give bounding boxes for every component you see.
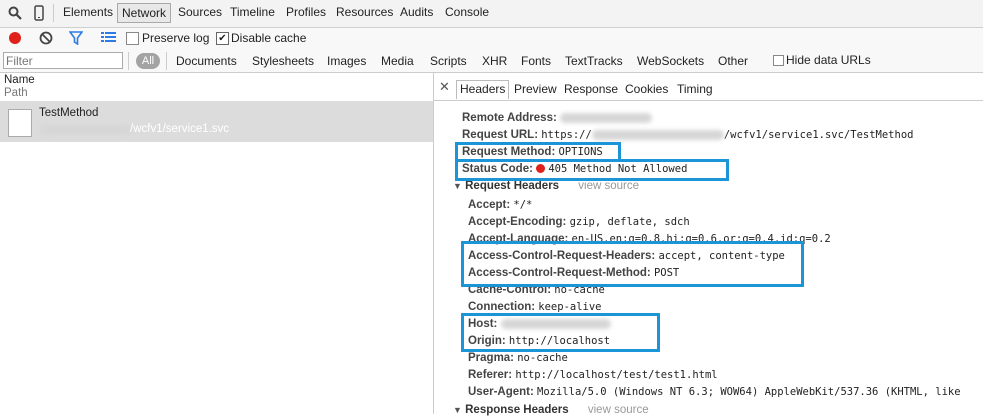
device-mode-icon[interactable] — [34, 5, 44, 24]
devtools-toolbar: Elements Network Sources Timeline Profil… — [0, 0, 983, 28]
column-name[interactable]: Name — [4, 74, 35, 86]
toolbar-divider — [53, 4, 54, 22]
request-url-prefix: https:// — [541, 129, 592, 141]
filter-texttracks[interactable]: TextTracks — [565, 54, 623, 68]
network-controls-bar: Preserve log ✔ Disable cache — [0, 28, 983, 50]
header-pragma: Pragma: no-cache — [468, 352, 568, 364]
search-icon[interactable] — [8, 6, 22, 23]
filter-bar: All Documents Stylesheets Images Media S… — [0, 50, 983, 73]
view-source-link[interactable]: view source — [578, 180, 639, 192]
filter-media[interactable]: Media — [381, 54, 414, 68]
request-path: /wcfv1/service1.svc — [130, 123, 230, 135]
header-value: gzip, deflate, sdch — [569, 216, 690, 228]
header-label: Accept-Encoding: — [468, 216, 567, 228]
view-list-icon[interactable] — [101, 31, 116, 46]
header-connection: Connection: keep-alive — [468, 301, 602, 313]
table-row[interactable]: TestMethod /wcfv1/service1.svc — [0, 102, 433, 142]
header-user-agent: User-Agent: Mozilla/5.0 (Windows NT 6.3;… — [468, 386, 983, 398]
triangle-down-icon: ▼ — [453, 181, 462, 191]
disable-cache-checkbox[interactable]: ✔ — [216, 32, 229, 45]
tab-timing[interactable]: Timing — [677, 82, 713, 96]
filter-stylesheets[interactable]: Stylesheets — [252, 54, 314, 68]
tab-resources[interactable]: Resources — [336, 5, 393, 19]
preserve-log-checkbox[interactable] — [126, 32, 139, 45]
disable-cache-label: Disable cache — [231, 31, 307, 45]
header-value: no-cache — [517, 352, 568, 364]
header-value: */* — [513, 199, 533, 211]
request-name: TestMethod — [39, 107, 99, 119]
filter-scripts[interactable]: Scripts — [430, 54, 467, 68]
tab-timeline[interactable]: Timeline — [230, 5, 275, 19]
header-referer: Referer: http://localhost/test/test1.htm… — [468, 369, 718, 381]
tab-preview[interactable]: Preview — [514, 82, 557, 96]
highlight-access-control — [461, 241, 804, 287]
header-label: Pragma: — [468, 352, 515, 364]
redacted-host — [40, 125, 132, 135]
filter-documents[interactable]: Documents — [176, 54, 237, 68]
filter-icon[interactable] — [68, 31, 84, 48]
header-value: Mozilla/5.0 (Windows NT 6.3; WOW64) Appl… — [537, 386, 961, 398]
document-icon — [8, 109, 32, 137]
request-list-header: Name Path — [0, 73, 433, 102]
request-headers-title: Request Headers — [465, 180, 560, 192]
tab-elements[interactable]: Elements — [63, 5, 113, 19]
highlight-host-origin — [461, 313, 660, 352]
tab-response[interactable]: Response — [564, 82, 618, 96]
request-list: Name Path TestMethod /wcfv1/service1.svc — [0, 73, 434, 414]
hide-data-urls-checkbox[interactable] — [773, 55, 784, 66]
header-value: keep-alive — [538, 301, 602, 313]
column-path[interactable]: Path — [4, 87, 28, 99]
filter-divider — [128, 52, 129, 70]
header-value: http://localhost/test/test1.html — [515, 369, 718, 381]
tab-audits[interactable]: Audits — [400, 5, 433, 19]
request-url-label: Request URL: — [462, 129, 539, 141]
filter-websockets[interactable]: WebSockets — [637, 54, 704, 68]
request-url-row: Request URL: https:// /wcfv1/service1.svc… — [462, 129, 913, 141]
filter-xhr[interactable]: XHR — [482, 54, 507, 68]
filter-divider — [166, 52, 167, 70]
request-headers-section[interactable]: ▼ Request Headers view source — [453, 180, 639, 192]
header-label: Connection: — [468, 301, 536, 313]
clear-icon[interactable] — [39, 31, 53, 48]
remote-address-label: Remote Address: — [462, 112, 557, 124]
filter-other[interactable]: Other — [718, 54, 748, 68]
request-url-suffix: /wcfv1/service1.svc/TestMethod — [723, 129, 914, 141]
tab-headers[interactable]: Headers — [456, 80, 510, 99]
response-headers-title: Response Headers — [465, 404, 569, 416]
tab-sources[interactable]: Sources — [178, 5, 222, 19]
header-label: Referer: — [468, 369, 513, 381]
remote-address-row: Remote Address: — [462, 112, 652, 124]
header-label: Accept: — [468, 199, 511, 211]
tab-profiles[interactable]: Profiles — [286, 5, 326, 19]
hide-data-urls-label: Hide data URLs — [786, 53, 871, 67]
highlight-status-code — [455, 159, 729, 181]
header-accept-encoding: Accept-Encoding: gzip, deflate, sdch — [468, 216, 690, 228]
filter-images[interactable]: Images — [327, 54, 366, 68]
response-headers-section[interactable]: ▼ Response Headers view source — [453, 404, 649, 416]
detail-tabs: Headers Preview Response Cookies Timing — [434, 78, 983, 101]
record-icon[interactable] — [9, 32, 21, 44]
filter-all-button[interactable]: All — [136, 53, 160, 69]
filter-input[interactable] — [3, 52, 123, 69]
redacted-host — [591, 129, 724, 140]
header-accept: Accept: */* — [468, 199, 532, 211]
preserve-log-label: Preserve log — [142, 31, 210, 45]
view-source-link[interactable]: view source — [588, 404, 649, 416]
tab-cookies[interactable]: Cookies — [625, 82, 668, 96]
filter-fonts[interactable]: Fonts — [521, 54, 551, 68]
redacted-address — [560, 112, 652, 123]
tab-network[interactable]: Network — [117, 3, 172, 23]
tab-console[interactable]: Console — [445, 5, 489, 19]
header-label: User-Agent: — [468, 386, 534, 398]
